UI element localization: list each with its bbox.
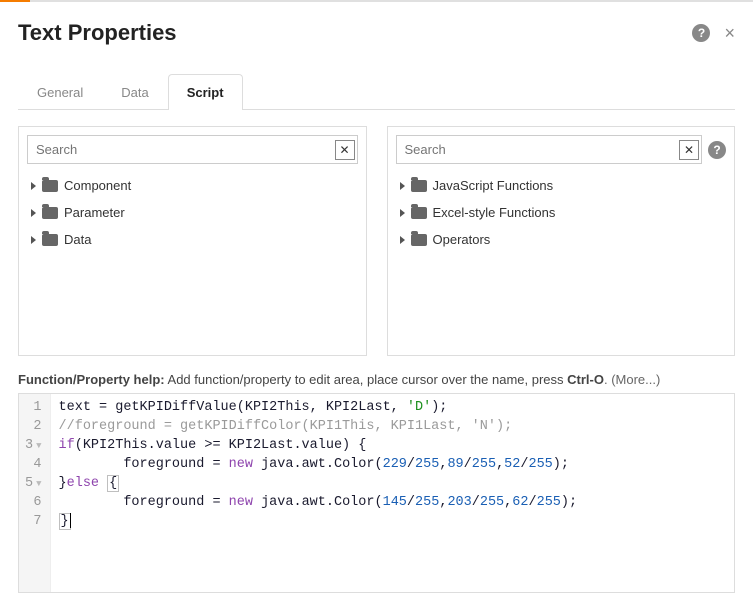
folder-icon	[411, 207, 427, 219]
close-icon[interactable]: ×	[724, 23, 735, 44]
line-number: 7	[33, 514, 41, 529]
line-number: 6	[33, 495, 41, 510]
help-icon[interactable]: ?	[692, 24, 710, 42]
caret-right-icon	[400, 236, 405, 244]
code-editor[interactable]: 1 2 3▼ 4 5▼ 6 7 text = getKPIDiffValue(K…	[18, 393, 735, 593]
tree-label: Excel-style Functions	[433, 205, 556, 220]
line-number: 3	[25, 438, 33, 453]
fold-icon[interactable]: ▼	[36, 479, 41, 489]
editor-content[interactable]: text = getKPIDiffValue(KPI2This, KPI2Las…	[51, 394, 734, 592]
caret-right-icon	[31, 182, 36, 190]
right-search-input[interactable]	[397, 136, 680, 163]
line-number: 2	[33, 419, 41, 434]
help-more-link[interactable]: . (More...)	[604, 372, 660, 387]
left-search-wrap: ✕	[27, 135, 358, 164]
right-search-clear-icon[interactable]: ✕	[679, 140, 699, 160]
right-search-wrap: ✕	[396, 135, 703, 164]
dialog-title: Text Properties	[18, 20, 177, 46]
tree-label: Component	[64, 178, 131, 193]
folder-icon	[411, 180, 427, 192]
dialog-header: Text Properties ? ×	[18, 2, 735, 56]
caret-right-icon	[31, 236, 36, 244]
help-body: Add function/property to edit area, plac…	[165, 372, 568, 387]
tree-item-parameter[interactable]: Parameter	[27, 199, 358, 226]
folder-icon	[42, 207, 58, 219]
tab-data[interactable]: Data	[102, 74, 167, 110]
right-panel-help-icon[interactable]: ?	[708, 141, 726, 159]
tab-general[interactable]: General	[18, 74, 102, 110]
line-number: 4	[33, 457, 41, 472]
help-shortcut: Ctrl-O	[567, 372, 604, 387]
tree-item-data[interactable]: Data	[27, 226, 358, 253]
tree-label: Operators	[433, 232, 491, 247]
tree-item-component[interactable]: Component	[27, 172, 358, 199]
left-search-input[interactable]	[28, 136, 335, 163]
folder-icon	[411, 234, 427, 246]
right-tree-panel: ✕ ? JavaScript Functions Excel-style Fun…	[387, 126, 736, 356]
text-cursor	[70, 513, 71, 528]
editor-gutter: 1 2 3▼ 4 5▼ 6 7	[19, 394, 51, 592]
caret-right-icon	[400, 182, 405, 190]
function-help-text: Function/Property help: Add function/pro…	[18, 372, 735, 387]
tree-item-operators[interactable]: Operators	[396, 226, 727, 253]
help-label: Function/Property help:	[18, 372, 165, 387]
tree-label: Parameter	[64, 205, 125, 220]
tree-label: Data	[64, 232, 91, 247]
folder-icon	[42, 180, 58, 192]
tab-script[interactable]: Script	[168, 74, 243, 110]
tab-bar: General Data Script	[18, 74, 735, 110]
left-search-clear-icon[interactable]: ✕	[335, 140, 355, 160]
tree-item-js-functions[interactable]: JavaScript Functions	[396, 172, 727, 199]
caret-right-icon	[400, 209, 405, 217]
tree-item-excel-functions[interactable]: Excel-style Functions	[396, 199, 727, 226]
tree-label: JavaScript Functions	[433, 178, 554, 193]
line-number: 5	[25, 476, 33, 491]
caret-right-icon	[31, 209, 36, 217]
folder-icon	[42, 234, 58, 246]
line-number: 1	[33, 400, 41, 415]
left-tree-panel: ✕ Component Parameter Data	[18, 126, 367, 356]
fold-icon[interactable]: ▼	[36, 441, 41, 451]
